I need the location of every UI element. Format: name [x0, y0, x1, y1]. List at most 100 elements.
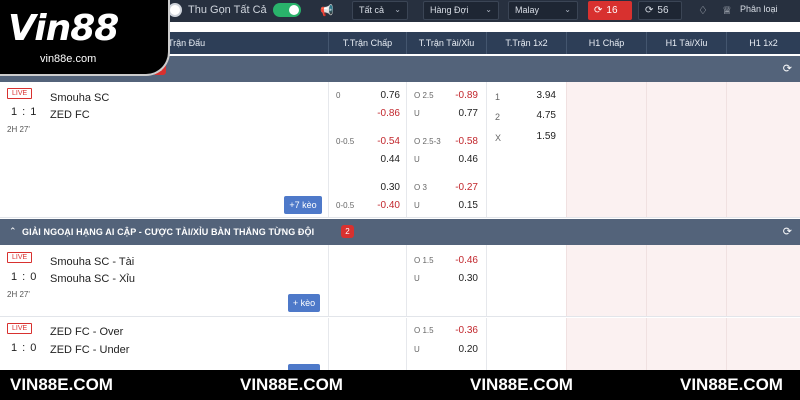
- under-label: U: [414, 345, 420, 354]
- vin88-logo: Vin88 vin88e.com: [0, 0, 170, 76]
- x12-odd[interactable]: 3.94: [516, 90, 556, 101]
- h1-over-under-cell: [646, 82, 726, 217]
- league-match-count: 2: [341, 225, 354, 238]
- filter-select-value: Tất cả: [359, 5, 385, 15]
- h1-handicap-cell: [566, 318, 646, 370]
- match-row: LIVE 1 : 1 2H 27' Smouha SC ZED FC 0 0.7…: [0, 82, 800, 218]
- x12-label: 1: [495, 92, 501, 102]
- collapse-all-group: Thu Gọn Tất Cả: [168, 3, 301, 17]
- watermark-bar: VIN88E.COM VIN88E.COM VIN88E.COM VIN88E.…: [0, 370, 800, 400]
- handicap-home-odd[interactable]: 0.30: [360, 182, 400, 193]
- under-label: U: [414, 155, 420, 164]
- upcoming-count: 56: [657, 5, 669, 16]
- under-odd[interactable]: 0.46: [438, 154, 478, 165]
- refresh-icon[interactable]: ⟳: [783, 225, 792, 238]
- under-label: U: [414, 274, 420, 283]
- h1-1x2-cell: [726, 82, 800, 217]
- classify-button[interactable]: Phân loại: [740, 4, 778, 14]
- ou-line: O 1.5: [414, 256, 434, 265]
- under-label: U: [414, 109, 420, 118]
- col-ft-handicap: T.Trận Chấp: [328, 32, 406, 54]
- refresh-icon: ⟳: [645, 5, 654, 16]
- chevron-up-icon[interactable]: ⌃: [9, 226, 17, 237]
- match-row: LIVE 1 : 0 ZED FC - Over ZED FC - Under …: [0, 318, 800, 370]
- match-score: 1 : 0: [11, 342, 38, 354]
- ou-line: O 2.5-3: [414, 137, 441, 146]
- under-odd[interactable]: 0.30: [438, 273, 478, 284]
- x12-odd[interactable]: 4.75: [516, 110, 556, 121]
- chevron-down-icon: ⌄: [394, 5, 401, 14]
- home-team: Smouha SC: [50, 92, 110, 104]
- filter-select[interactable]: Tất cả ⌄: [352, 1, 408, 20]
- collapse-all-label: Thu Gọn Tất Cả: [188, 4, 267, 16]
- bell-icon[interactable]: ♢: [698, 4, 708, 17]
- speaker-icon[interactable]: 📢: [320, 4, 334, 17]
- away-team: ZED FC - Under: [50, 344, 130, 356]
- live-refresh-button[interactable]: ⟳ 16: [588, 1, 632, 20]
- match-time: 2H 27': [7, 290, 30, 299]
- h1-handicap-cell: [566, 245, 646, 316]
- away-team: ZED FC: [50, 109, 90, 121]
- handicap-home-odd[interactable]: 0.76: [360, 90, 400, 101]
- handicap-line: 0-0.5: [336, 201, 355, 210]
- over-odd[interactable]: -0.36: [438, 325, 478, 336]
- refresh-icon: ⟳: [594, 5, 603, 16]
- over-odd[interactable]: -0.46: [438, 255, 478, 266]
- col-h1-handicap: H1 Chấp: [566, 32, 646, 54]
- x12-label: 2: [495, 112, 501, 122]
- live-badge: LIVE: [7, 323, 33, 334]
- logo-site: vin88e.com: [40, 53, 97, 65]
- match-row: LIVE 1 : 0 2H 27' Smouha SC - Tài Smouha…: [0, 245, 800, 317]
- collapse-radio[interactable]: [168, 3, 182, 17]
- col-h1-1x2: H1 1x2: [726, 32, 800, 54]
- handicap-home-odd[interactable]: -0.54: [360, 136, 400, 147]
- h1-over-under-cell: [646, 245, 726, 316]
- odds-type-value: Malay: [515, 5, 540, 15]
- sort-select[interactable]: Hàng Đợi ⌄: [423, 1, 499, 20]
- league-header-2[interactable]: ⌃ GIẢI NGOẠI HẠNG AI CẬP - CƯỢC TÀI/XỈU …: [0, 219, 800, 245]
- trophy-icon[interactable]: ♕: [722, 4, 732, 17]
- watermark-text: VIN88E.COM: [680, 375, 783, 394]
- refresh-icon[interactable]: ⟳: [783, 62, 792, 75]
- col-ft-over-under: T.Trận Tài/Xỉu: [406, 32, 486, 54]
- handicap-away-odd[interactable]: 0.44: [360, 154, 400, 165]
- h1-handicap-cell: [566, 82, 646, 217]
- more-bets-button[interactable]: + kèo: [288, 294, 320, 312]
- handicap-away-odd[interactable]: -0.86: [360, 108, 400, 119]
- chevron-down-icon: ⌄: [485, 5, 492, 14]
- live-badge: LIVE: [7, 88, 33, 99]
- watermark-text: VIN88E.COM: [470, 375, 573, 394]
- under-odd[interactable]: 0.77: [438, 108, 478, 119]
- h1-1x2-cell: [726, 318, 800, 370]
- collapse-all-toggle[interactable]: [272, 3, 301, 17]
- h1-1x2-cell: [726, 245, 800, 316]
- over-odd[interactable]: -0.89: [438, 90, 478, 101]
- live-badge: LIVE: [7, 252, 33, 263]
- ou-line: O 3: [414, 183, 427, 192]
- ou-line: O 1.5: [414, 326, 434, 335]
- col-ft-1x2: T.Trận 1x2: [486, 32, 566, 54]
- more-bets-button[interactable]: +7 kèo: [284, 196, 322, 214]
- over-odd[interactable]: -0.58: [438, 136, 478, 147]
- handicap-away-odd[interactable]: -0.40: [360, 200, 400, 211]
- under-odd[interactable]: 0.20: [438, 344, 478, 355]
- x12-odd[interactable]: 1.59: [516, 131, 556, 142]
- odds-type-select[interactable]: Malay ⌄: [508, 1, 578, 20]
- league-name: GIẢI NGOẠI HẠNG AI CẬP - CƯỢC TÀI/XỈU BÀ…: [22, 227, 315, 237]
- logo-brand: Vin88: [8, 8, 119, 49]
- under-label: U: [414, 201, 420, 210]
- handicap-line: 0-0.5: [336, 137, 355, 146]
- watermark-text: VIN88E.COM: [240, 375, 343, 394]
- chevron-down-icon: ⌄: [564, 5, 571, 14]
- handicap-line: 0: [336, 91, 341, 100]
- under-odd[interactable]: 0.15: [438, 200, 478, 211]
- over-odd[interactable]: -0.27: [438, 182, 478, 193]
- match-score: 1 : 1: [11, 106, 38, 118]
- match-score: 1 : 0: [11, 271, 38, 283]
- col-h1-over-under: H1 Tài/Xỉu: [646, 32, 726, 54]
- upcoming-refresh-button[interactable]: ⟳ 56: [638, 1, 682, 20]
- home-team: Smouha SC - Tài: [50, 256, 135, 268]
- match-time: 2H 27': [7, 125, 30, 134]
- ou-line: O 2.5: [414, 91, 434, 100]
- x12-label: X: [495, 133, 502, 143]
